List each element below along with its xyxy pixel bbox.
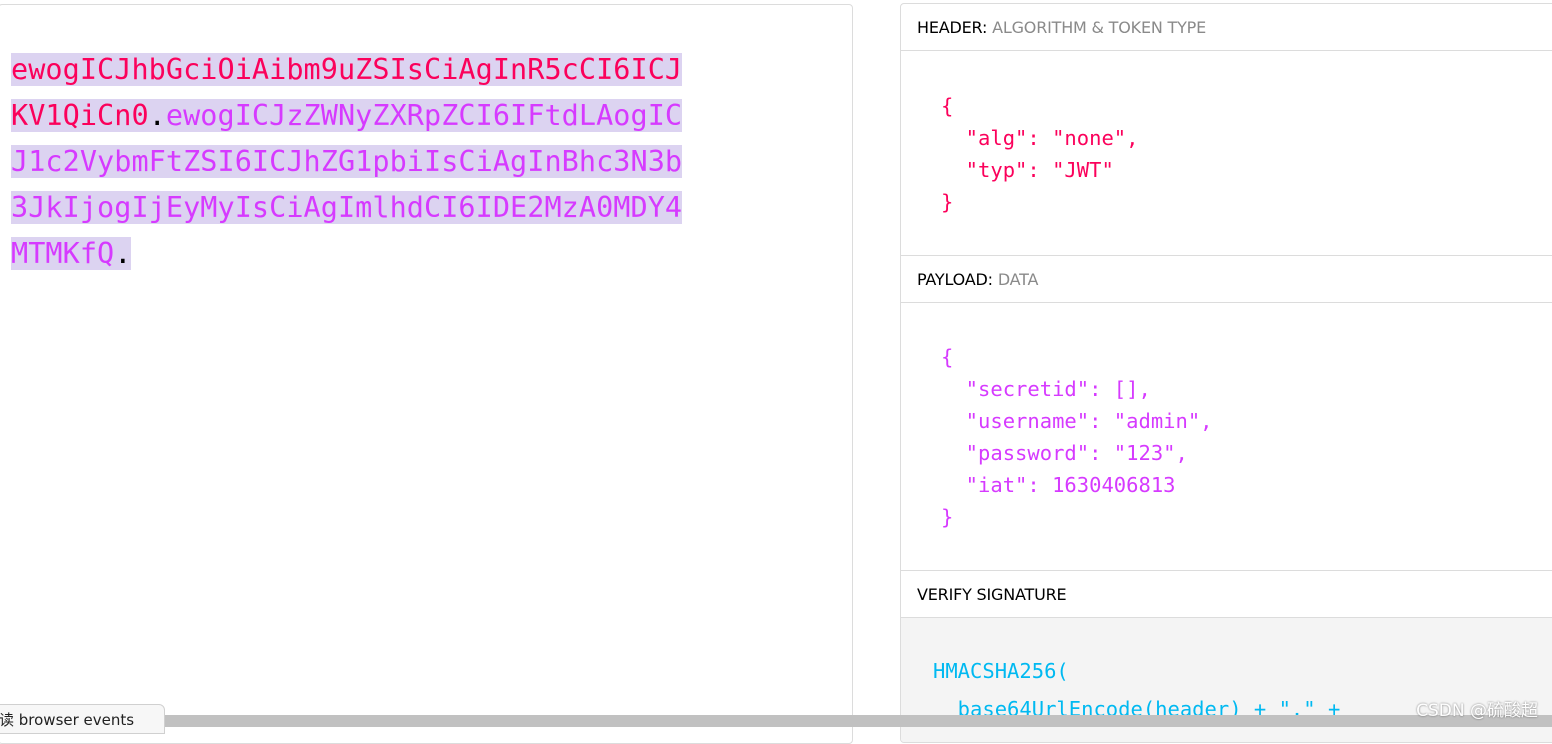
payload-subtitle: DATA bbox=[997, 270, 1039, 289]
token-payload-part: ewogICJzZWNyZXRpZCI6IFtdLAogIC bbox=[165, 98, 683, 132]
watermark: CSDN @硫酸超 bbox=[1416, 701, 1538, 721]
header-json-editor[interactable]: { "alg": "none", "typ": "JWT" } bbox=[941, 90, 1138, 218]
json-line: "secretid": [], bbox=[941, 377, 1151, 401]
json-line: "iat": 1630406813 bbox=[941, 473, 1176, 497]
decoded-panel: HEADER: ALGORITHM & TOKEN TYPE { "alg": "… bbox=[900, 3, 1552, 743]
json-line: "password": "123", bbox=[941, 441, 1188, 465]
encoded-token-textarea[interactable]: ewogICJhbGciOiAibm9uZSIsCiAgInR5cCI6ICJ … bbox=[11, 47, 735, 277]
json-line: } bbox=[941, 505, 954, 529]
header-subtitle: ALGORITHM & TOKEN TYPE bbox=[992, 18, 1207, 37]
json-line: } bbox=[941, 190, 954, 214]
header-section-title: HEADER: ALGORITHM & TOKEN TYPE bbox=[901, 4, 1552, 51]
token-header-part: ewogICJhbGciOiAibm9uZSIsCiAgInR5cCI6ICJ bbox=[11, 53, 683, 86]
payload-json-editor[interactable]: { "secretid": [], "username": "admin", "… bbox=[941, 341, 1213, 533]
header-title: HEADER: bbox=[917, 18, 988, 37]
json-line: "username": "admin", bbox=[941, 409, 1213, 433]
token-payload-part: MTMKfQ bbox=[11, 236, 115, 270]
encoded-token-panel[interactable]: ewogICJhbGciOiAibm9uZSIsCiAgInR5cCI6ICJ … bbox=[0, 4, 853, 744]
status-bar-tab: 读 browser events bbox=[0, 704, 165, 734]
token-payload-part: J1c2VybmFtZSI6ICJhZG1pbiIsCiAgInBhc3N3b bbox=[11, 144, 683, 178]
token-separator: . bbox=[148, 98, 166, 132]
verify-section-title: VERIFY SIGNATURE bbox=[901, 570, 1552, 618]
token-separator: . bbox=[114, 236, 132, 270]
payload-section-title: PAYLOAD: DATA bbox=[901, 255, 1552, 303]
json-line: "alg": "none", bbox=[941, 126, 1139, 150]
code-line: HMACSHA256( bbox=[933, 659, 1069, 683]
token-header-part: KV1QiCn0 bbox=[11, 98, 149, 132]
payload-title: PAYLOAD: bbox=[917, 270, 993, 289]
json-line: { bbox=[941, 345, 954, 369]
token-payload-part: 3JkIjogIjEyMyIsCiAgImlhdCI6IDE2MzA0MDY4 bbox=[11, 190, 683, 224]
verify-title: VERIFY SIGNATURE bbox=[917, 585, 1067, 604]
json-line: { bbox=[941, 94, 954, 118]
json-line: "typ": "JWT" bbox=[941, 158, 1114, 182]
horizontal-scrollbar[interactable] bbox=[165, 715, 1552, 727]
